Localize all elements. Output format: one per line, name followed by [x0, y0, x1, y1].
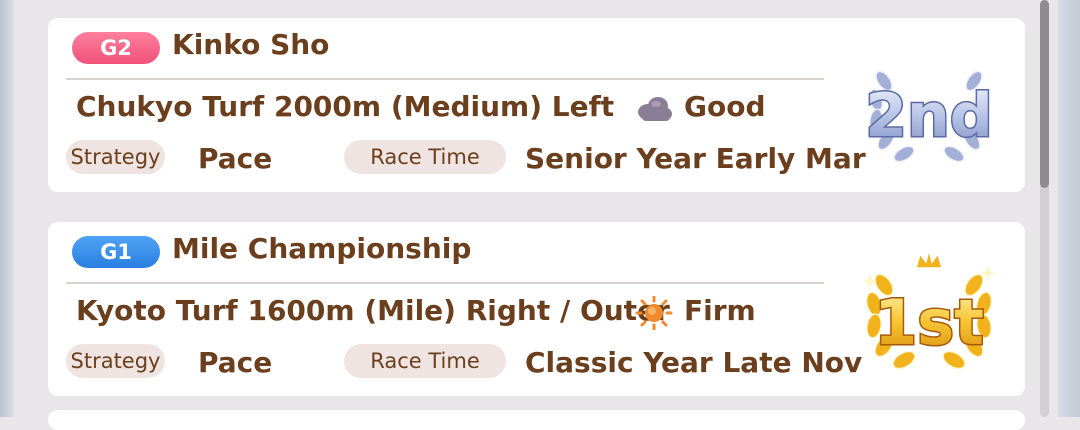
background-edge-right — [1058, 0, 1080, 417]
race-time-value: Classic Year Late Nov — [525, 346, 863, 379]
strategy-label: Strategy — [66, 140, 165, 174]
grade-badge: G1 — [72, 236, 160, 268]
gold-laurel-emblem: 1st — [863, 249, 995, 370]
background-edge-left — [0, 0, 14, 417]
race-name: Kinko Sho — [172, 28, 330, 61]
scrollbar-thumb[interactable] — [1040, 0, 1049, 188]
placement-text: 2nd — [865, 81, 992, 151]
race-result-card-partial[interactable] — [48, 410, 1025, 430]
grade-badge: G2 — [72, 32, 160, 64]
strategy-value: Pace — [198, 346, 273, 379]
race-time-value: Senior Year Early Mar — [525, 142, 866, 175]
cloudy-icon — [638, 97, 672, 121]
crown-icon — [915, 249, 943, 269]
race-name: Mile Championship — [172, 232, 472, 265]
race-time-label: Race Time — [344, 140, 506, 174]
race-result-card[interactable]: G1 Mile Championship Kyoto Turf 1600m (M… — [48, 222, 1025, 396]
divider — [66, 282, 824, 284]
track-condition: Good — [684, 90, 766, 123]
scrollbar[interactable] — [1040, 0, 1049, 417]
race-time-label: Race Time — [344, 344, 506, 378]
silver-laurel-emblem: 2nd — [864, 70, 994, 163]
course-info: Kyoto Turf 1600m (Mile) Right / Outer — [76, 294, 670, 327]
strategy-value: Pace — [198, 142, 273, 175]
race-result-card[interactable]: G2 Kinko Sho Chukyo Turf 2000m (Medium) … — [48, 18, 1025, 192]
sunny-icon — [635, 296, 673, 330]
course-info: Chukyo Turf 2000m (Medium) Left — [76, 90, 615, 123]
placement-text: 1st — [874, 286, 984, 359]
strategy-label: Strategy — [66, 344, 165, 378]
track-condition: Firm — [684, 294, 756, 327]
divider — [66, 78, 824, 80]
